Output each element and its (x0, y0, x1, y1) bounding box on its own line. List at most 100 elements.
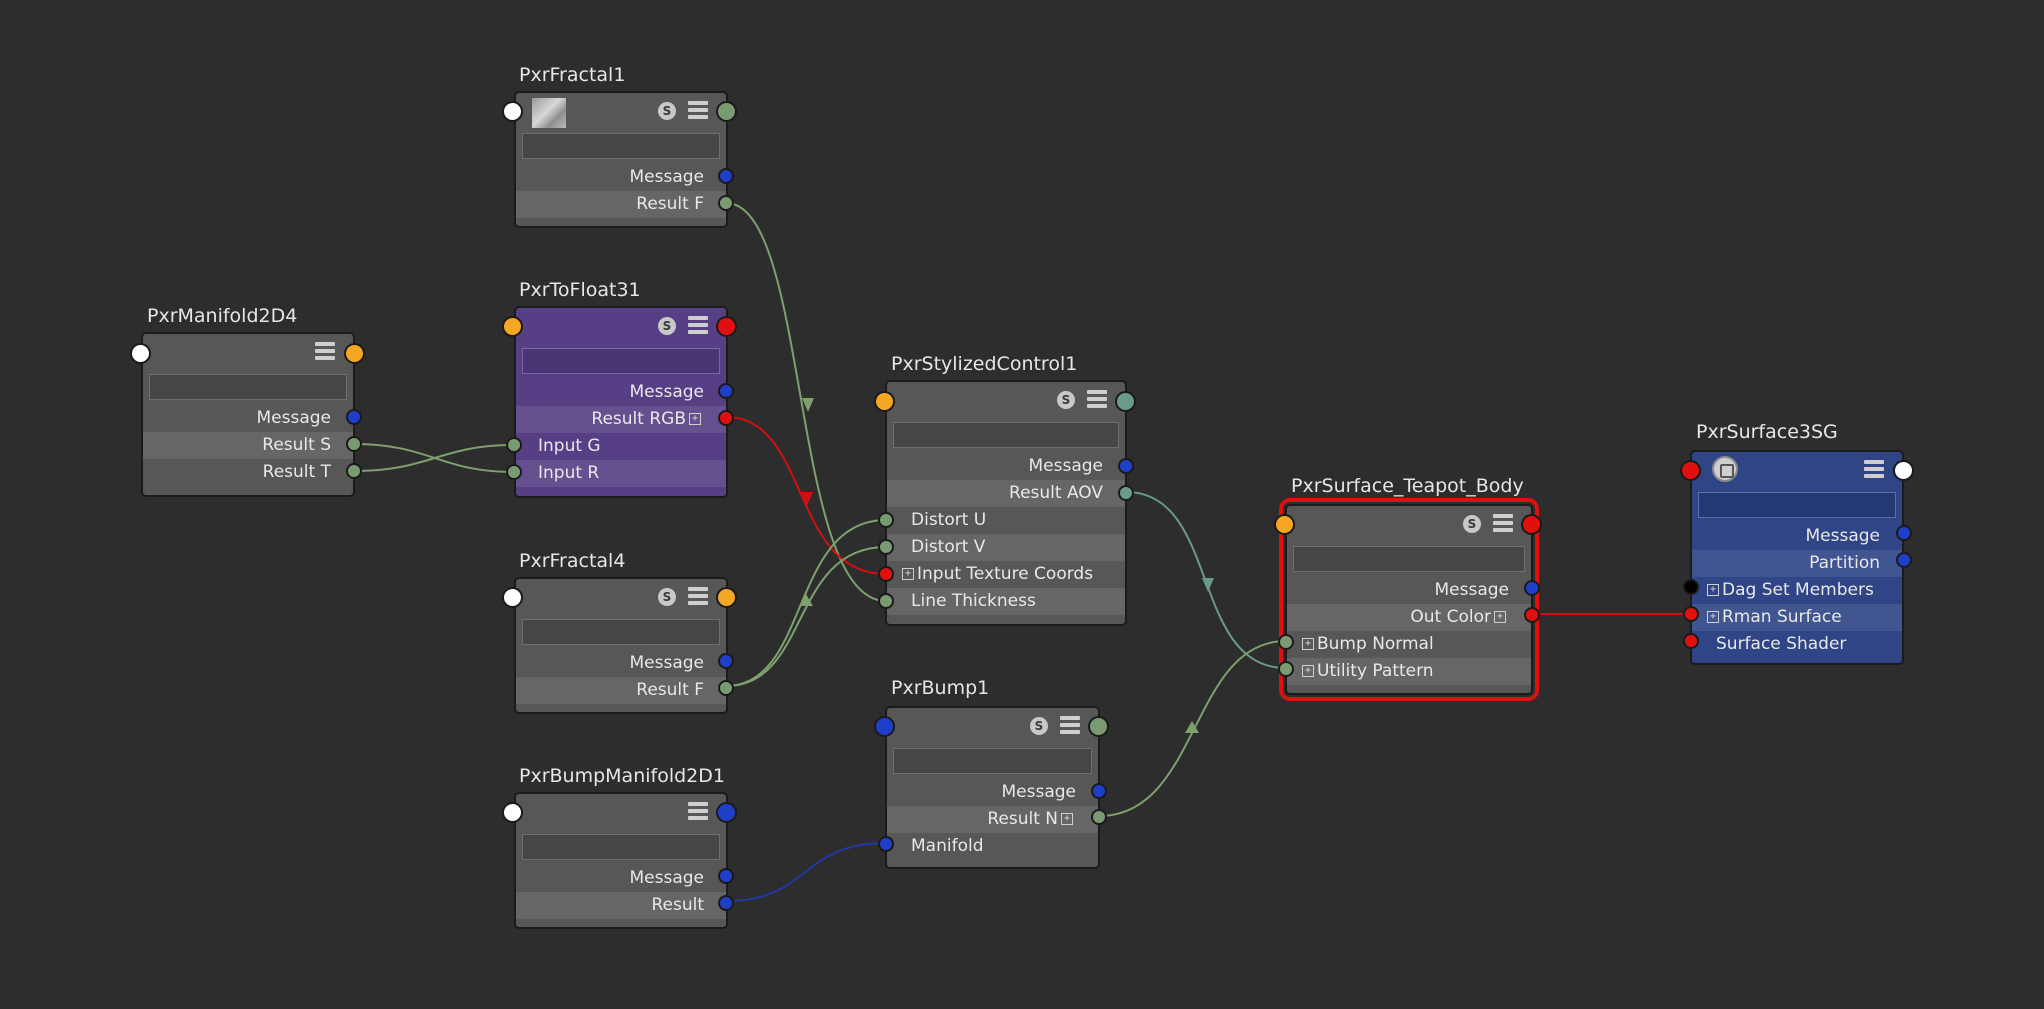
attribute-list-icon[interactable] (1864, 460, 1884, 480)
port-message-out[interactable] (718, 168, 734, 184)
port-input-g-in[interactable] (506, 437, 522, 453)
node-output-port[interactable] (1521, 514, 1542, 535)
arrow-fractal1 (802, 398, 814, 412)
port-dag-set-members-in[interactable] (1683, 579, 1699, 595)
swatch-field (893, 422, 1119, 448)
port-message-out[interactable] (1524, 580, 1540, 596)
output-message: Message (629, 382, 704, 402)
expand-plus-icon[interactable]: + (1707, 584, 1719, 596)
node-output-port[interactable] (1088, 716, 1109, 737)
node-input-port[interactable] (502, 316, 523, 337)
node-editor-canvas[interactable]: PxrFractal1 S Message Result F PxrToFloa… (0, 0, 2044, 1009)
node-pxrfractal4[interactable]: S Message Result F (514, 577, 728, 714)
output-out-color-label: Out Color (1410, 607, 1491, 627)
port-input-r-in[interactable] (506, 464, 522, 480)
port-result-rgb-out[interactable] (718, 410, 734, 426)
node-output-port[interactable] (716, 316, 737, 337)
attribute-list-icon[interactable] (1087, 390, 1107, 410)
node-pxrsurface-teapot-body[interactable]: S Message Out Color + + Bump Normal + Utili… (1279, 498, 1539, 701)
port-rman-surface-in[interactable] (1683, 606, 1699, 622)
node-input-port[interactable] (1274, 514, 1295, 535)
port-result-aov-out[interactable] (1118, 485, 1134, 501)
output-message: Message (629, 868, 704, 888)
expand-plus-icon[interactable]: + (1302, 638, 1314, 650)
node-pxrsurface3sg[interactable]: Message Partition + Dag Set Members + Rman… (1690, 450, 1904, 665)
port-line-thickness-in[interactable] (878, 593, 894, 609)
node-pxrfractal1[interactable]: S Message Result F (514, 91, 728, 228)
port-message-out[interactable] (1896, 525, 1912, 541)
node-pxrstylizedcontrol1[interactable]: S Message Result AOV Distort U Distort V… (885, 380, 1127, 626)
node-input-port[interactable] (1680, 460, 1701, 481)
expand-plus-icon[interactable]: + (1061, 813, 1073, 825)
wire-bumpmanifold-to-manifold (725, 842, 887, 902)
node-output-port[interactable] (1115, 391, 1136, 412)
port-texture-coords-in[interactable] (878, 566, 894, 582)
solo-s-icon[interactable]: S (1463, 515, 1481, 533)
attribute-list-icon[interactable] (315, 342, 335, 362)
node-input-port[interactable] (502, 101, 523, 122)
attribute-list-icon[interactable] (1493, 514, 1513, 534)
attribute-list-icon[interactable] (688, 802, 708, 822)
swatch-field (522, 133, 720, 159)
shading-group-icon (1712, 456, 1738, 482)
solo-s-icon[interactable]: S (1030, 717, 1048, 735)
solo-s-icon[interactable]: S (658, 317, 676, 335)
port-message-out[interactable] (718, 868, 734, 884)
attribute-list-icon[interactable] (688, 316, 708, 336)
node-title-pxrmanifold2d4: PxrManifold2D4 (147, 305, 298, 327)
arrow-fractal4 (799, 594, 813, 606)
port-result-s-out[interactable] (346, 436, 362, 452)
node-output-port[interactable] (716, 101, 737, 122)
node-output-port[interactable] (1893, 460, 1914, 481)
port-result-n-out[interactable] (1091, 809, 1107, 825)
port-result-out[interactable] (718, 895, 734, 911)
port-partition-out[interactable] (1896, 552, 1912, 568)
input-bump-normal-label: Bump Normal (1317, 634, 1434, 654)
port-message-out[interactable] (718, 383, 734, 399)
node-input-port[interactable] (502, 587, 523, 608)
wire-result-t-to-input-g (353, 444, 515, 472)
attribute-list-icon[interactable] (688, 101, 708, 121)
port-surface-shader-in[interactable] (1683, 633, 1699, 649)
port-result-f-out[interactable] (718, 680, 734, 696)
expand-plus-icon[interactable]: + (1302, 665, 1314, 677)
port-message-out[interactable] (1091, 783, 1107, 799)
node-input-port[interactable] (502, 802, 523, 823)
port-message-out[interactable] (1118, 458, 1134, 474)
expand-plus-icon[interactable]: + (689, 413, 701, 425)
port-utility-pattern-in[interactable] (1278, 661, 1294, 677)
swatch-field (149, 374, 347, 400)
node-input-port[interactable] (130, 343, 151, 364)
attribute-list-icon[interactable] (688, 587, 708, 607)
solo-s-icon[interactable]: S (658, 588, 676, 606)
input-dag-set-members: + Dag Set Members (1692, 577, 1902, 604)
node-pxrmanifold2d4[interactable]: Message Result S Result T (141, 332, 355, 497)
expand-plus-icon[interactable]: + (1707, 611, 1719, 623)
port-bump-normal-in[interactable] (1278, 634, 1294, 650)
node-pxrbumpmanifold2d1[interactable]: Message Result (514, 792, 728, 929)
node-pxrbump1[interactable]: S Message Result N + Manifold (885, 706, 1100, 869)
port-distort-v-in[interactable] (878, 539, 894, 555)
port-out-color-out[interactable] (1524, 607, 1540, 623)
port-distort-u-in[interactable] (878, 512, 894, 528)
attribute-list-icon[interactable] (1060, 716, 1080, 736)
output-out-color: Out Color + (1287, 604, 1531, 631)
node-output-port[interactable] (716, 587, 737, 608)
expand-plus-icon[interactable]: + (902, 568, 914, 580)
expand-plus-icon[interactable]: + (1494, 611, 1506, 623)
port-message-out[interactable] (718, 653, 734, 669)
node-input-port[interactable] (874, 716, 895, 737)
node-pxrtofloat31[interactable]: S Message Result RGB + Input G Input R (514, 306, 728, 498)
port-message-out[interactable] (346, 409, 362, 425)
solo-s-icon[interactable]: S (658, 102, 676, 120)
port-result-f-out[interactable] (718, 195, 734, 211)
wire-fractal4-to-distort-u (725, 519, 887, 687)
node-output-port[interactable] (344, 343, 365, 364)
solo-s-icon[interactable]: S (1057, 391, 1075, 409)
port-manifold-in[interactable] (878, 836, 894, 852)
input-distort-u: Distort U (911, 510, 987, 530)
node-input-port[interactable] (874, 391, 895, 412)
port-result-t-out[interactable] (346, 463, 362, 479)
node-output-port[interactable] (716, 802, 737, 823)
output-result-f: Result F (516, 191, 726, 218)
